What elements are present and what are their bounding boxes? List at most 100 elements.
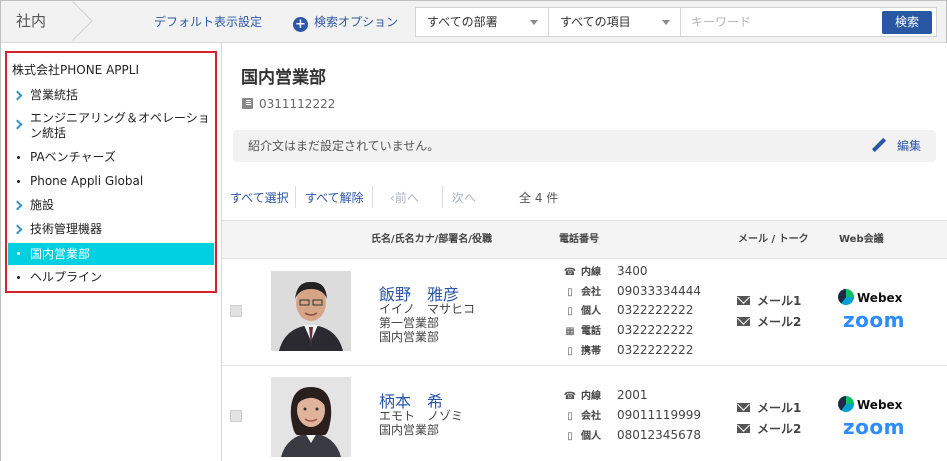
- zoom-link[interactable]: zoom: [843, 308, 905, 332]
- tree-item-equipment[interactable]: 技術管理機器: [8, 222, 214, 237]
- tel-label: 内線: [581, 391, 601, 402]
- item-select-value: すべての項目: [560, 15, 631, 29]
- caret-down-icon: [530, 20, 538, 25]
- next-page-button[interactable]: 次へ ›: [452, 186, 476, 210]
- tel-label: 電話: [581, 326, 601, 337]
- top-bar: 社内 デフォルト表示設定 +検索オプション すべての部署 すべての項目 検索: [1, 1, 946, 43]
- tel-row[interactable]: ☎ 内線 2001: [563, 388, 648, 404]
- tree-item-global[interactable]: Phone Appli Global: [8, 174, 214, 189]
- tel-label: 内線: [581, 267, 601, 278]
- tel-row[interactable]: ▯ 会社 09011119999: [563, 408, 701, 424]
- tree-item-label: ヘルプライン: [30, 270, 103, 284]
- row-checkbox[interactable]: [230, 305, 242, 317]
- department-select[interactable]: すべての部署: [415, 7, 549, 37]
- bullet-icon: [17, 156, 20, 159]
- table-header: 氏名/氏名カナ/部署名/役職 電話番号 メール / トーク Web会議: [222, 220, 947, 259]
- tel-row[interactable]: ▯ 個人 08012345678: [563, 428, 701, 444]
- person-department: 国内営業部: [379, 423, 440, 437]
- column-web: Web会議: [839, 234, 884, 245]
- search-option-link[interactable]: + 検索オプション: [293, 1, 398, 43]
- envelope-icon: [737, 424, 750, 433]
- tree-item-label: Phone Appli Global: [30, 174, 144, 188]
- mail-label: メール2: [757, 422, 802, 436]
- chevron-right-icon: [12, 90, 23, 101]
- row-checkbox[interactable]: [230, 410, 242, 422]
- tel-value: 3400: [617, 264, 648, 278]
- tree-item-label: 営業統括: [30, 88, 79, 102]
- column-mail: メール / トーク: [738, 234, 809, 245]
- intro-text: 紹介文はまだ設定されていません。: [248, 139, 440, 153]
- webex-label: Webex: [857, 291, 903, 305]
- tel-value: 0322222222: [617, 323, 694, 337]
- tree-item-label: エンジニアリング＆オペレーション統括: [30, 111, 210, 140]
- mail1-link[interactable]: メール1: [737, 292, 801, 309]
- tree-item-label: PAベンチャーズ: [30, 150, 116, 164]
- person-photo: [271, 271, 351, 351]
- tree-item-pa-ventures[interactable]: PAベンチャーズ: [8, 150, 214, 165]
- bullet-icon: [17, 252, 20, 255]
- mobile-icon: ▯: [567, 411, 573, 422]
- webex-icon: [838, 289, 854, 305]
- column-phone: 電話番号: [559, 234, 599, 245]
- result-count: 全 4 件: [519, 191, 559, 205]
- search-button[interactable]: 検索: [882, 11, 932, 34]
- tel-row[interactable]: ▯ 個人 0322222222: [563, 303, 693, 319]
- tree-item-domestic-sales[interactable]: 国内営業部: [8, 243, 214, 265]
- tel-label: 携帯: [581, 346, 601, 357]
- tree-root-company[interactable]: 株式会社PHONE APPLI: [12, 61, 139, 78]
- tree-item-engineering[interactable]: エンジニアリング＆オペレーション統括: [8, 111, 214, 141]
- main-panel: 国内営業部 0311112222 紹介文はまだ設定されていません。 編集 すべて…: [222, 43, 947, 461]
- tel-label: 会社: [581, 287, 601, 298]
- tree-item-sales[interactable]: 営業統括: [8, 88, 214, 103]
- divider: [295, 186, 296, 208]
- edit-label: 編集: [896, 139, 921, 153]
- caret-down-icon: [662, 20, 670, 25]
- tel-value: 2001: [617, 388, 648, 402]
- tel-value: 0322222222: [617, 303, 694, 317]
- tel-value: 08012345678: [617, 428, 701, 442]
- mobile-icon: ▯: [567, 346, 573, 357]
- mobile-icon: ▯: [567, 431, 573, 442]
- person-department: 第一営業部: [379, 316, 440, 330]
- envelope-icon: [737, 296, 750, 305]
- tel-row[interactable]: ▯ 会社 09033334444: [563, 284, 701, 300]
- fax-icon: [242, 98, 253, 109]
- mail1-link[interactable]: メール1: [737, 399, 801, 416]
- mobile-icon: ▯: [567, 306, 573, 317]
- select-all-link[interactable]: すべて選択: [230, 186, 289, 210]
- tel-label: 会社: [581, 411, 601, 422]
- divider: [442, 186, 443, 208]
- envelope-icon: [737, 403, 750, 412]
- tel-row[interactable]: ☎ 内線 3400: [563, 264, 648, 280]
- mail2-link[interactable]: メール2: [737, 313, 801, 330]
- mail2-link[interactable]: メール2: [737, 420, 801, 437]
- person-kana: エモト ノゾミ: [379, 409, 464, 423]
- tel-row[interactable]: ▦ 電話 0322222222: [563, 323, 693, 339]
- chevron-right-icon: [12, 224, 23, 235]
- keyword-input[interactable]: [681, 8, 871, 36]
- edit-button[interactable]: 編集: [871, 130, 921, 162]
- table-row: 柄本 希 エモト ノゾミ 国内営業部 ☎ 内線 2001 ▯ 会社 0901111999…: [222, 366, 947, 461]
- divider: [372, 186, 373, 208]
- tree-item-label: 国内営業部: [30, 247, 91, 261]
- prev-label: 前へ: [394, 191, 419, 205]
- pencil-icon: [871, 137, 887, 153]
- tel-value: 0322222222: [617, 343, 694, 357]
- prev-page-button[interactable]: ‹ 前へ: [390, 186, 419, 210]
- person-photo: [271, 377, 351, 457]
- chevron-right-icon: [12, 119, 23, 130]
- tree-item-helpline[interactable]: ヘルプライン: [8, 270, 214, 285]
- deselect-all-link[interactable]: すべて解除: [305, 186, 364, 210]
- webex-link[interactable]: Webex: [838, 396, 902, 412]
- item-select[interactable]: すべての項目: [548, 7, 681, 37]
- table-row: 飯野 雅彦 イイノ マサヒコ 第一営業部 国内営業部 ☎ 内線 3400 ▯ 会社 09…: [222, 259, 947, 366]
- mail-label: メール1: [757, 294, 802, 308]
- tree-item-facilities[interactable]: 施設: [8, 198, 214, 213]
- department-phone: 0311112222: [242, 97, 335, 111]
- bullet-icon: [17, 180, 20, 183]
- department-select-value: すべての部署: [427, 15, 498, 29]
- webex-link[interactable]: Webex: [838, 289, 902, 305]
- tel-row[interactable]: ▯ 携帯 0322222222: [563, 343, 693, 359]
- zoom-link[interactable]: zoom: [843, 415, 905, 439]
- default-view-link[interactable]: デフォルト表示設定: [154, 1, 262, 43]
